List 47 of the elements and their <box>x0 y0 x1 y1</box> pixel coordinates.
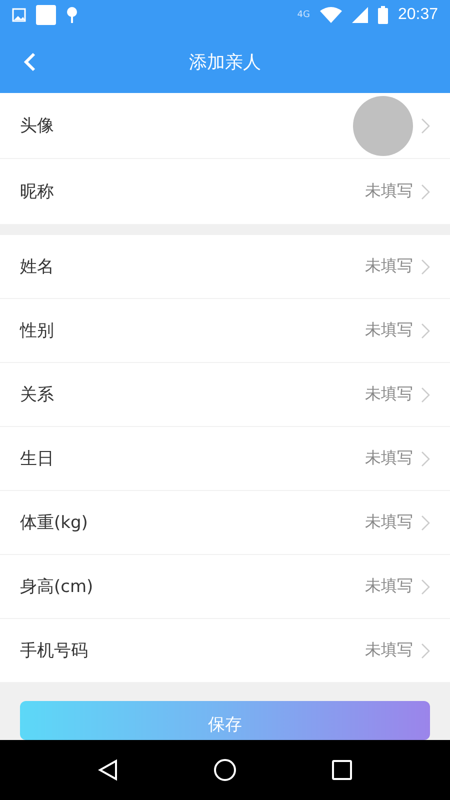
row-label: 性别 <box>20 320 54 342</box>
row-label: 昵称 <box>20 181 54 203</box>
form-row[interactable]: 手机号码 未填写 <box>0 619 450 683</box>
row-value: 未填写 <box>365 181 413 202</box>
form-row[interactable]: 关系 未填写 <box>0 363 450 427</box>
row-value: 未填写 <box>365 640 413 661</box>
form-row[interactable]: 性别 未填写 <box>0 299 450 363</box>
row-label: 姓名 <box>20 256 54 278</box>
network-type-label: 4G <box>297 10 310 20</box>
status-time: 20:37 <box>398 6 438 24</box>
chevron-right-icon <box>421 386 430 402</box>
row-value: 未填写 <box>365 448 413 469</box>
chevron-right-icon <box>421 578 430 594</box>
recents-nav-icon[interactable] <box>332 760 352 780</box>
home-nav-icon[interactable] <box>214 759 236 781</box>
image-icon <box>12 8 26 22</box>
chevron-right-icon <box>421 322 430 338</box>
chevron-right-icon <box>421 514 430 530</box>
row-value: 未填写 <box>365 256 413 277</box>
chevron-right-icon <box>421 642 430 658</box>
row-label: 头像 <box>20 115 54 137</box>
form-row[interactable]: 身高(cm) 未填写 <box>0 555 450 619</box>
row-label: 手机号码 <box>20 640 88 662</box>
wifi-icon <box>320 7 342 23</box>
row-label: 体重(kg) <box>20 512 88 534</box>
form-row[interactable]: 昵称 未填写 <box>0 159 450 225</box>
row-label: 生日 <box>20 448 54 470</box>
chevron-right-icon <box>421 258 430 274</box>
back-icon <box>24 52 36 72</box>
page-title: 添加亲人 <box>189 50 261 74</box>
chevron-right-icon <box>421 118 430 134</box>
row-value: 未填写 <box>365 512 413 533</box>
row-value: 未填写 <box>365 576 413 597</box>
row-label: 关系 <box>20 384 54 406</box>
chevron-right-icon <box>421 450 430 466</box>
row-label: 身高(cm) <box>20 576 94 598</box>
form-row[interactable]: 生日 未填写 <box>0 427 450 491</box>
square-icon <box>36 5 56 25</box>
signal-icon <box>352 7 368 23</box>
back-nav-icon[interactable] <box>98 759 118 781</box>
battery-icon <box>378 6 388 24</box>
form-row[interactable]: 头像 <box>0 93 450 159</box>
form-row[interactable]: 体重(kg) 未填写 <box>0 491 450 555</box>
chevron-right-icon <box>421 184 430 200</box>
row-value: 未填写 <box>365 384 413 405</box>
row-value: 未填写 <box>365 320 413 341</box>
form-row[interactable]: 姓名 未填写 <box>0 235 450 299</box>
